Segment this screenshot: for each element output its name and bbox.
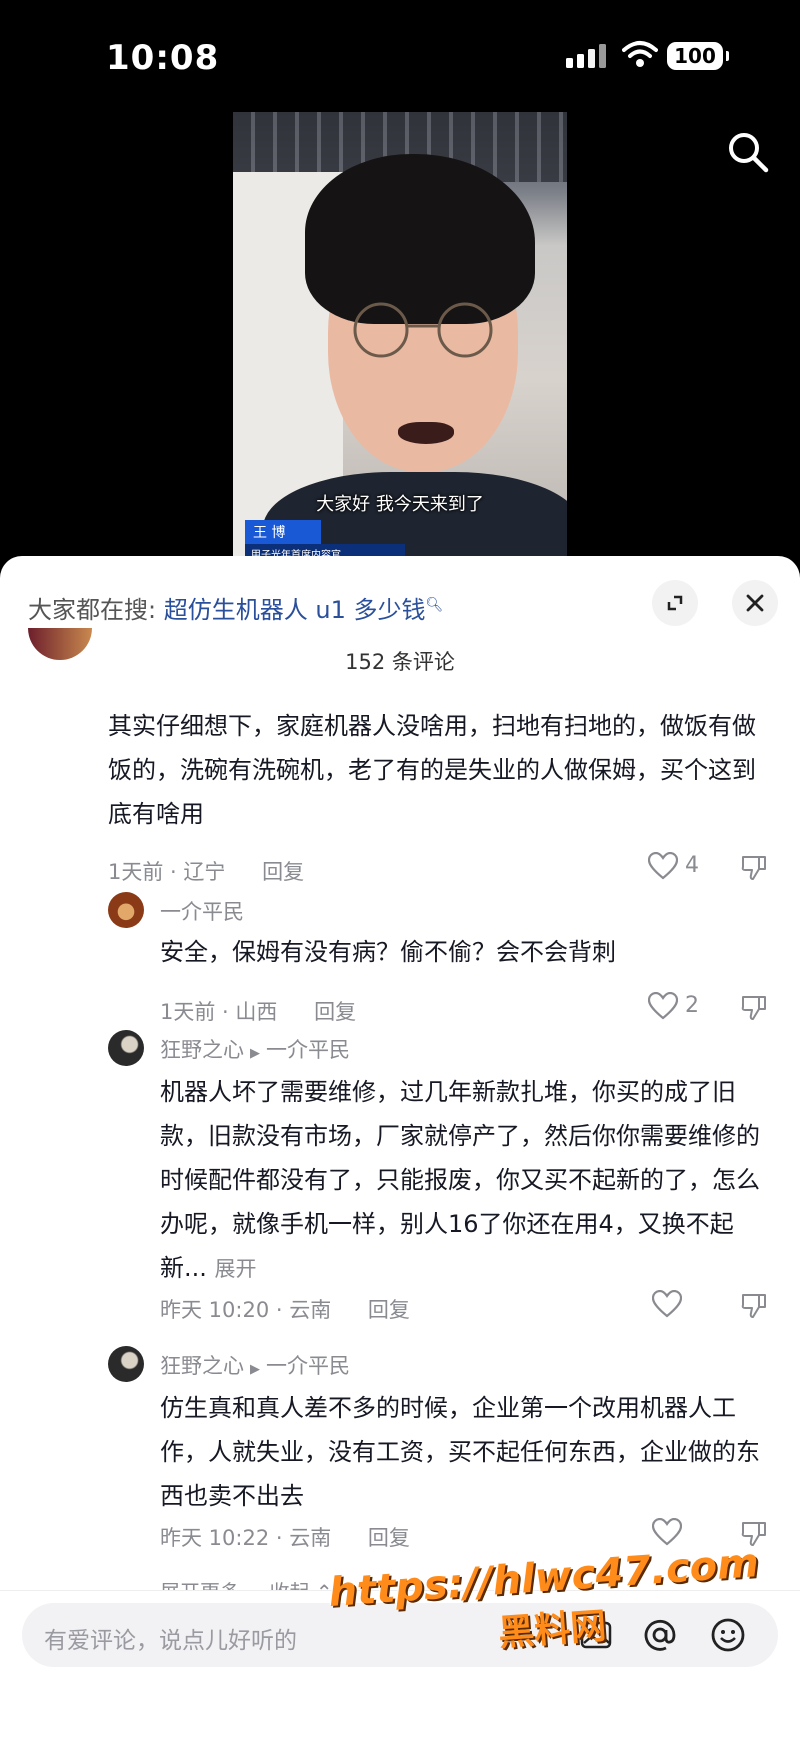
comment-text: 机器人坏了需要维修，过几年新款扎堆，你买的成了旧款，旧款没有市场，厂家就停产了，…: [160, 1070, 760, 1291]
comment-text: 安全，保姆有没有病？偷不偷？会不会背刺: [160, 938, 616, 966]
dislike-icon[interactable]: [740, 994, 768, 1022]
comment-text: 其实仔细想下，家庭机器人没啥用，扫地有扫地的，做饭有做饭的，洗碗有洗碗机，老了有…: [108, 712, 756, 828]
video-name-tag: 王 博 甲子光年首席内容官: [245, 520, 405, 558]
battery-indicator: 100: [667, 42, 729, 70]
expand-button[interactable]: [652, 580, 698, 626]
reply-button[interactable]: 回复: [368, 1526, 410, 1550]
comment-time-location: 1天前 · 辽宁: [108, 860, 226, 884]
reply-arrow-icon: ▶: [250, 1362, 260, 1377]
dislike-icon[interactable]: [740, 1292, 768, 1320]
avatar[interactable]: [108, 892, 144, 928]
like-button[interactable]: 2: [647, 991, 699, 1020]
comment-username-text[interactable]: 狂野之心: [160, 1354, 244, 1378]
like-count: 2: [685, 993, 699, 1018]
like-button[interactable]: 4: [647, 851, 699, 880]
expand-text-button[interactable]: 展开: [215, 1257, 257, 1281]
video-subtitle: 大家好 我今天来到了: [316, 494, 484, 515]
reply-button[interactable]: 回复: [368, 1298, 410, 1322]
reply-to-username[interactable]: 一介平民: [266, 1038, 350, 1062]
avatar[interactable]: [108, 1030, 144, 1066]
expand-icon: [667, 595, 683, 611]
heart-icon: [651, 1517, 683, 1546]
avatar[interactable]: [108, 1346, 144, 1382]
heart-icon: [647, 851, 679, 880]
search-icon[interactable]: [724, 128, 772, 176]
close-button[interactable]: [732, 580, 778, 626]
comment-meta: 1天前 · 辽宁 回复: [108, 856, 304, 886]
hot-search[interactable]: 大家都在搜: 超仿生机器人 u1 多少钱🔍︎: [28, 590, 443, 625]
video-player[interactable]: 大家好 我今天来到了 王 博 甲子光年首席内容官: [233, 112, 567, 558]
comment-input-placeholder: 有爱评论，说点儿好听的: [44, 1628, 297, 1654]
hot-search-term[interactable]: 超仿生机器人 u1 多少钱: [164, 596, 426, 624]
wifi-icon: [622, 41, 658, 67]
comment-meta: 昨天 10:20 · 云南 回复: [160, 1294, 410, 1324]
heart-icon: [647, 991, 679, 1020]
reply-button[interactable]: 回复: [262, 860, 304, 884]
comment-username-text[interactable]: 狂野之心: [160, 1038, 244, 1062]
heart-icon: [651, 1289, 683, 1318]
comment-time-location: 1天前 · 山西: [160, 1000, 278, 1024]
status-time: 10:08: [106, 38, 220, 78]
comment-text-body: 机器人坏了需要维修，过几年新款扎堆，你买的成了旧款，旧款没有市场，厂家就停产了，…: [160, 1078, 760, 1282]
like-button[interactable]: [651, 1517, 683, 1546]
search-small-icon: 🔍︎: [425, 597, 444, 613]
reply-to-username[interactable]: 一介平民: [266, 1354, 350, 1378]
comment-time-location: 昨天 10:20 · 云南: [160, 1298, 332, 1322]
status-bar: 10:08 100: [0, 0, 800, 110]
comment-text: 仿生真和真人差不多的时候，企业第一个改用机器人工作，人就失业，没有工资，买不起任…: [160, 1394, 760, 1510]
like-count: 4: [685, 853, 699, 878]
comment-username[interactable]: 狂野之心 ▶ 一介平民: [160, 1350, 350, 1380]
comment-meta: 1天前 · 山西 回复: [160, 996, 356, 1026]
comment-username[interactable]: 狂野之心 ▶ 一介平民: [160, 1034, 350, 1064]
hot-search-label: 大家都在搜:: [28, 596, 157, 624]
reply-arrow-icon: ▶: [250, 1046, 260, 1061]
comment-time-location: 昨天 10:22 · 云南: [160, 1526, 332, 1550]
reply-button[interactable]: 回复: [314, 1000, 356, 1024]
signal-icon: [566, 44, 606, 68]
video-person-hair: [305, 154, 535, 324]
glasses-shape: [353, 302, 493, 358]
name-tag-name: 王 博: [245, 520, 321, 544]
like-button[interactable]: [651, 1289, 683, 1318]
close-icon: [746, 594, 764, 612]
comment-username[interactable]: 一介平民: [160, 896, 244, 926]
dislike-icon[interactable]: [740, 854, 768, 882]
comment-meta: 昨天 10:22 · 云南 回复: [160, 1522, 410, 1552]
video-person-mouth: [398, 422, 454, 444]
comment-count: 152 条评论: [345, 650, 455, 674]
